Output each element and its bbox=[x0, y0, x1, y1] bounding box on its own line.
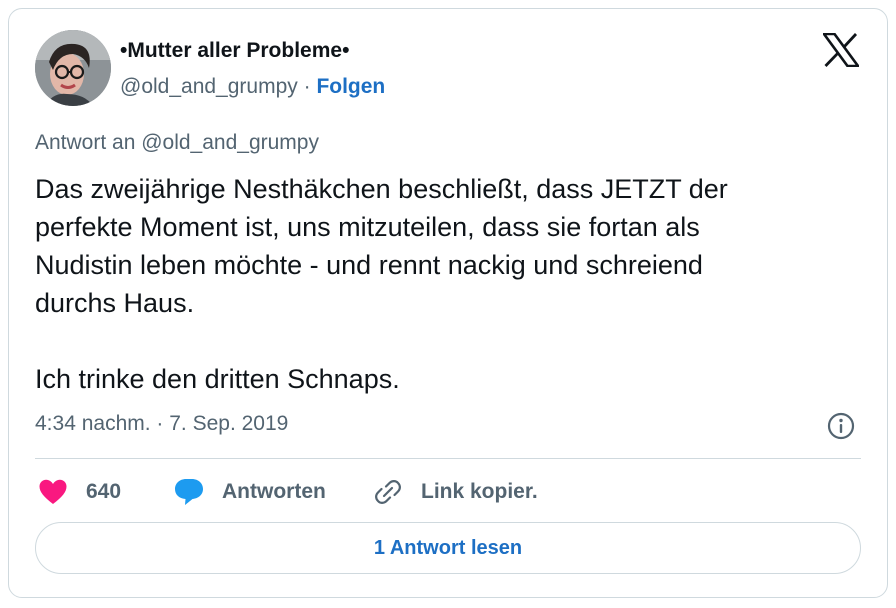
reply-to-label[interactable]: Antwort an @old_and_grumpy bbox=[35, 131, 319, 155]
read-replies-label: 1 Antwort lesen bbox=[373, 536, 523, 559]
copy-link-button[interactable]: Link kopier. bbox=[373, 475, 538, 509]
timestamp[interactable]: 4:34 nachm. · 7. Sep. 2019 bbox=[35, 412, 288, 436]
tweet-card: •Mutter aller Probleme• @old_and_grumpy … bbox=[8, 8, 888, 598]
x-logo-icon[interactable] bbox=[823, 33, 859, 67]
avatar-image bbox=[35, 30, 111, 106]
read-replies-button[interactable]: 1 Antwort lesen bbox=[35, 522, 861, 574]
like-count: 640 bbox=[86, 480, 122, 503]
heart-icon bbox=[39, 479, 67, 504]
avatar[interactable] bbox=[35, 30, 111, 106]
copy-link-label: Link kopier. bbox=[421, 480, 538, 503]
reply-label: Antworten bbox=[222, 480, 326, 503]
link-icon bbox=[375, 480, 401, 504]
info-icon[interactable] bbox=[826, 411, 856, 441]
author-handle-row: @old_and_grumpy · Folgen bbox=[120, 75, 385, 99]
author-handle[interactable]: @old_and_grumpy bbox=[120, 75, 298, 98]
reply-button[interactable]: Antworten bbox=[174, 475, 326, 509]
author-display-name[interactable]: •Mutter aller Probleme• bbox=[120, 39, 349, 63]
follow-link[interactable]: Folgen bbox=[316, 75, 385, 98]
tweet-text: Das zweijährige Nesthäkchen beschließt, … bbox=[35, 174, 728, 394]
like-button[interactable]: 640 bbox=[39, 475, 121, 509]
separator-dot: · bbox=[297, 75, 317, 98]
speech-bubble-icon bbox=[175, 479, 203, 505]
divider bbox=[35, 458, 861, 459]
